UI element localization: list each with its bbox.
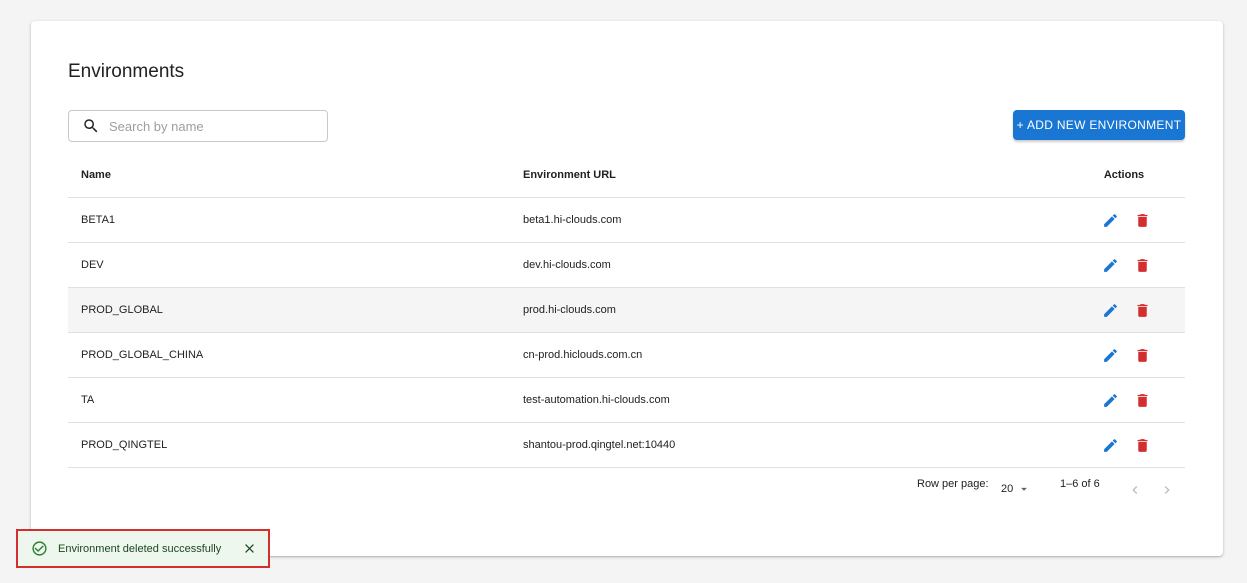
cell-name: TA [68,377,523,423]
edit-button[interactable] [1101,436,1119,454]
cell-name: DEV [68,242,523,288]
pencil-icon [1103,348,1117,362]
table-row[interactable]: PROD_QINGTEL shantou-prod.qingtel.net:10… [68,422,1185,468]
table-row[interactable]: DEV dev.hi-clouds.com [68,242,1185,288]
next-page-button[interactable] [1158,481,1176,499]
delete-button[interactable] [1133,301,1151,319]
cell-actions [1063,332,1185,378]
check-circle-icon [30,540,48,558]
pencil-icon [1103,213,1117,227]
cell-url: beta1.hi-clouds.com [523,197,1063,243]
cell-url: dev.hi-clouds.com [523,242,1063,288]
column-header-name[interactable]: Name [68,152,523,198]
trash-icon [1137,393,1147,407]
trash-icon [1137,213,1147,227]
cell-url: prod.hi-clouds.com [523,287,1063,333]
rows-per-page-value: 20 [1001,483,1014,495]
chevron-right-icon [1164,486,1170,494]
previous-page-button[interactable] [1126,481,1144,499]
snackbar-message: Environment deleted successfully [58,542,222,555]
trash-icon [1137,303,1147,317]
table-row[interactable]: PROD_GLOBAL prod.hi-clouds.com [68,287,1185,333]
delete-button[interactable] [1133,391,1151,409]
snackbar-close-button[interactable] [240,540,258,558]
page-range: 1–6 of 6 [1060,478,1100,490]
delete-button[interactable] [1133,436,1151,454]
caret-down-icon [1021,487,1028,491]
rows-per-page-select[interactable]: 20 [1001,482,1031,496]
success-snackbar: Environment deleted successfully [16,529,270,568]
cell-name: BETA1 [68,197,523,243]
table-header-row: Name Environment URL Actions [68,152,1185,198]
column-header-url[interactable]: Environment URL [523,152,1063,198]
cell-url: cn-prod.hiclouds.com.cn [523,332,1063,378]
trash-icon [1137,348,1147,362]
table-row[interactable]: TA test-automation.hi-clouds.com [68,377,1185,423]
edit-button[interactable] [1101,211,1119,229]
environments-card: Environments + ADD NEW ENVIRONMENT Name … [31,21,1223,556]
cell-url: test-automation.hi-clouds.com [523,377,1063,423]
delete-button[interactable] [1133,256,1151,274]
table-row[interactable]: BETA1 beta1.hi-clouds.com [68,197,1185,243]
edit-button[interactable] [1101,301,1119,319]
pencil-icon [1103,393,1117,407]
chevron-left-icon [1132,486,1138,494]
rows-per-page-label: Row per page: [917,478,989,490]
delete-button[interactable] [1133,346,1151,364]
table-row[interactable]: PROD_GLOBAL_CHINA cn-prod.hiclouds.com.c… [68,332,1185,378]
cell-actions [1063,422,1185,468]
edit-button[interactable] [1101,256,1119,274]
cell-actions [1063,197,1185,243]
page-title: Environments [68,61,185,82]
pencil-icon [1103,258,1117,272]
edit-button[interactable] [1101,346,1119,364]
pencil-icon [1103,438,1117,452]
environments-table: Name Environment URL Actions BETA1 beta1… [68,152,1185,468]
cell-name: PROD_QINGTEL [68,422,523,468]
search-input[interactable] [107,117,311,135]
delete-button[interactable] [1133,211,1151,229]
pencil-icon [1103,303,1117,317]
cell-actions [1063,377,1185,423]
cell-name: PROD_GLOBAL [68,287,523,333]
cell-url: shantou-prod.qingtel.net:10440 [523,422,1063,468]
cell-actions [1063,287,1185,333]
trash-icon [1137,438,1147,452]
pagination: Row per page: 20 1–6 of 6 [31,469,1223,509]
add-environment-button[interactable]: + ADD NEW ENVIRONMENT [1013,110,1185,140]
column-header-actions: Actions [1063,152,1185,198]
search-icon [81,116,101,136]
edit-button[interactable] [1101,391,1119,409]
cell-name: PROD_GLOBAL_CHINA [68,332,523,378]
search-field[interactable] [68,110,328,142]
close-icon [244,544,254,553]
cell-actions [1063,242,1185,288]
trash-icon [1137,258,1147,272]
